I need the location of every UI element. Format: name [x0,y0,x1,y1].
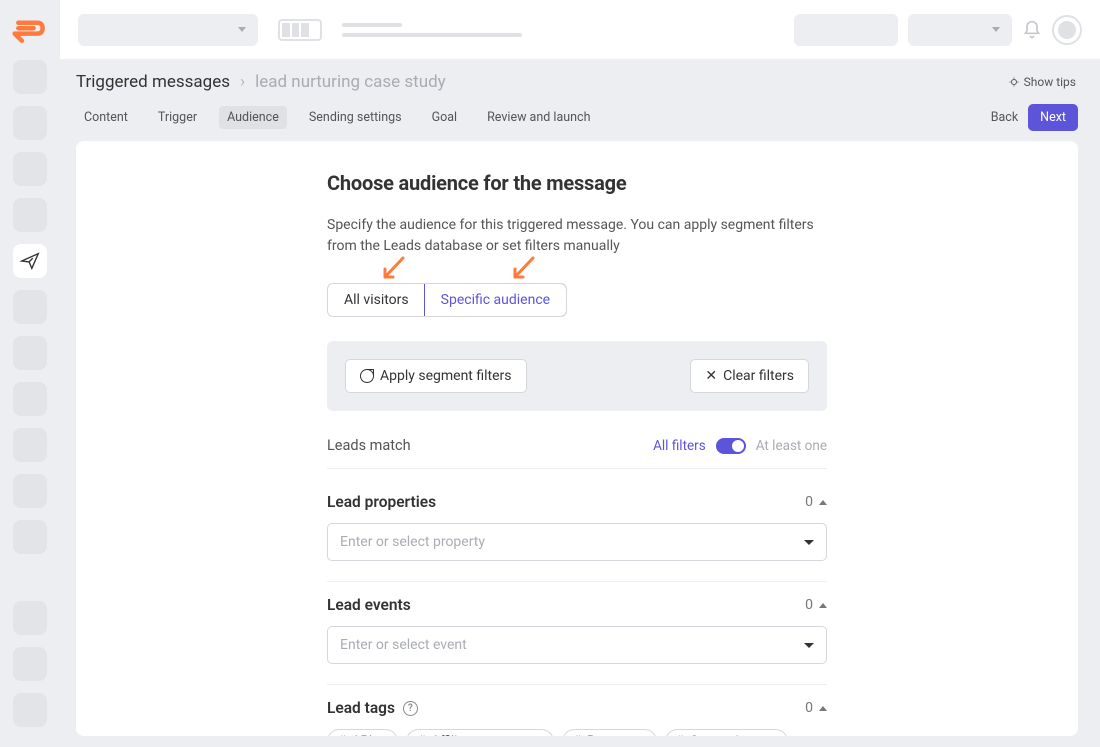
tab-audience[interactable]: Audience [219,106,287,129]
clear-filters-button[interactable]: ✕ Clear filters [690,359,809,393]
rail-item[interactable] [13,601,47,635]
breadcrumb: Triggered messages › lead nurturing case… [76,72,446,92]
chevron-down-icon [804,540,814,545]
segment-specific-audience[interactable]: Specific audience [425,284,566,316]
rail-item[interactable] [13,198,47,232]
rail-item[interactable] [13,520,47,554]
lead-tags-section: Lead tags ? 0 #API✕ #Affiliate program✕ [327,685,827,736]
remove-tag-icon[interactable]: ✕ [637,735,646,736]
show-tips-button[interactable]: Show tips [1008,75,1076,89]
lead-properties-count: 0 [805,494,813,510]
leads-match-label: Leads match [327,437,411,454]
apply-segment-filters-button[interactable]: Apply segment filters [345,359,527,393]
page-description: Specify the audience for this triggered … [327,215,827,257]
hash-icon: # [573,734,581,736]
lead-tags-title: Lead tags ? [327,699,418,717]
rail-item[interactable] [13,647,47,681]
sidebar-rail [0,0,60,747]
bell-icon[interactable] [1022,19,1042,41]
lead-properties-title: Lead properties [327,493,436,511]
tag-chip[interactable]: #API✕ [327,729,398,736]
rail-item[interactable] [13,336,47,370]
tag-chip[interactable]: #Affiliate program✕ [406,729,554,736]
tab-content[interactable]: Content [76,106,136,129]
lead-event-select[interactable]: Enter or select event [327,626,827,664]
chevron-right-icon: › [240,72,245,92]
rail-item[interactable] [13,693,47,727]
help-icon[interactable]: ? [403,701,418,716]
breadcrumb-current: lead nurturing case study [255,72,446,92]
lead-events-count: 0 [805,597,813,613]
close-icon: ✕ [705,369,717,383]
chevron-up-icon[interactable] [819,706,827,711]
tab-review-launch[interactable]: Review and launch [479,106,598,129]
lead-events-section: Lead events 0 Enter or select event [327,582,827,685]
rail-item[interactable] [13,428,47,462]
lead-property-select[interactable]: Enter or select property [327,523,827,561]
app-logo [12,12,48,48]
chevron-up-icon[interactable] [819,603,827,608]
match-at-least-one-label[interactable]: At least one [756,438,827,454]
hash-icon: # [676,734,684,736]
avatar[interactable] [1052,15,1082,45]
tab-trigger[interactable]: Trigger [150,106,205,129]
tab-goal[interactable]: Goal [424,106,465,129]
rail-item[interactable] [13,106,47,140]
audience-segmented-control: All visitors Specific audience [327,283,567,317]
hash-icon: # [417,734,425,736]
rail-item-triggered-messages[interactable] [13,244,47,278]
back-button[interactable]: Back [991,110,1018,125]
rail-item[interactable] [13,474,47,508]
tag-chip[interactable]: #Competitors✕ [665,729,788,736]
rail-item[interactable] [13,152,47,186]
lead-events-title: Lead events [327,596,411,614]
rail-item[interactable] [13,290,47,324]
annotation-arrow-icon [379,255,409,285]
next-button[interactable]: Next [1028,104,1078,131]
progress-indicator [278,19,322,41]
tab-sending-settings[interactable]: Sending settings [301,106,410,129]
segment-all-visitors[interactable]: All visitors [328,284,425,316]
chevron-up-icon[interactable] [819,500,827,505]
remove-tag-icon[interactable]: ✕ [767,735,776,736]
topbar-button[interactable] [794,14,898,46]
remove-tag-icon[interactable]: ✕ [378,735,387,736]
content-card: Choose audience for the message Specify … [76,141,1078,736]
page-title: Choose audience for the message [327,171,827,195]
pie-icon [360,369,374,383]
rail-item[interactable] [13,60,47,94]
workspace-select[interactable] [78,14,258,46]
annotation-arrow-icon [509,255,539,285]
remove-tag-icon[interactable]: ✕ [534,735,543,736]
lead-tags-count: 0 [805,700,813,716]
hash-icon: # [338,734,346,736]
match-all-filters-label[interactable]: All filters [653,438,706,454]
lead-properties-section: Lead properties 0 Enter or select proper… [327,479,827,582]
breadcrumb-root[interactable]: Triggered messages [76,72,230,92]
step-tabs: Content Trigger Audience Sending setting… [76,106,598,129]
match-toggle[interactable] [716,438,746,454]
chevron-down-icon [804,643,814,648]
topbar-select[interactable] [908,14,1012,46]
rail-item[interactable] [13,382,47,416]
top-bar [60,0,1100,60]
segment-filter-box: Apply segment filters ✕ Clear filters [327,341,827,411]
tag-chip[interactable]: #Bounce✕ [562,729,657,736]
